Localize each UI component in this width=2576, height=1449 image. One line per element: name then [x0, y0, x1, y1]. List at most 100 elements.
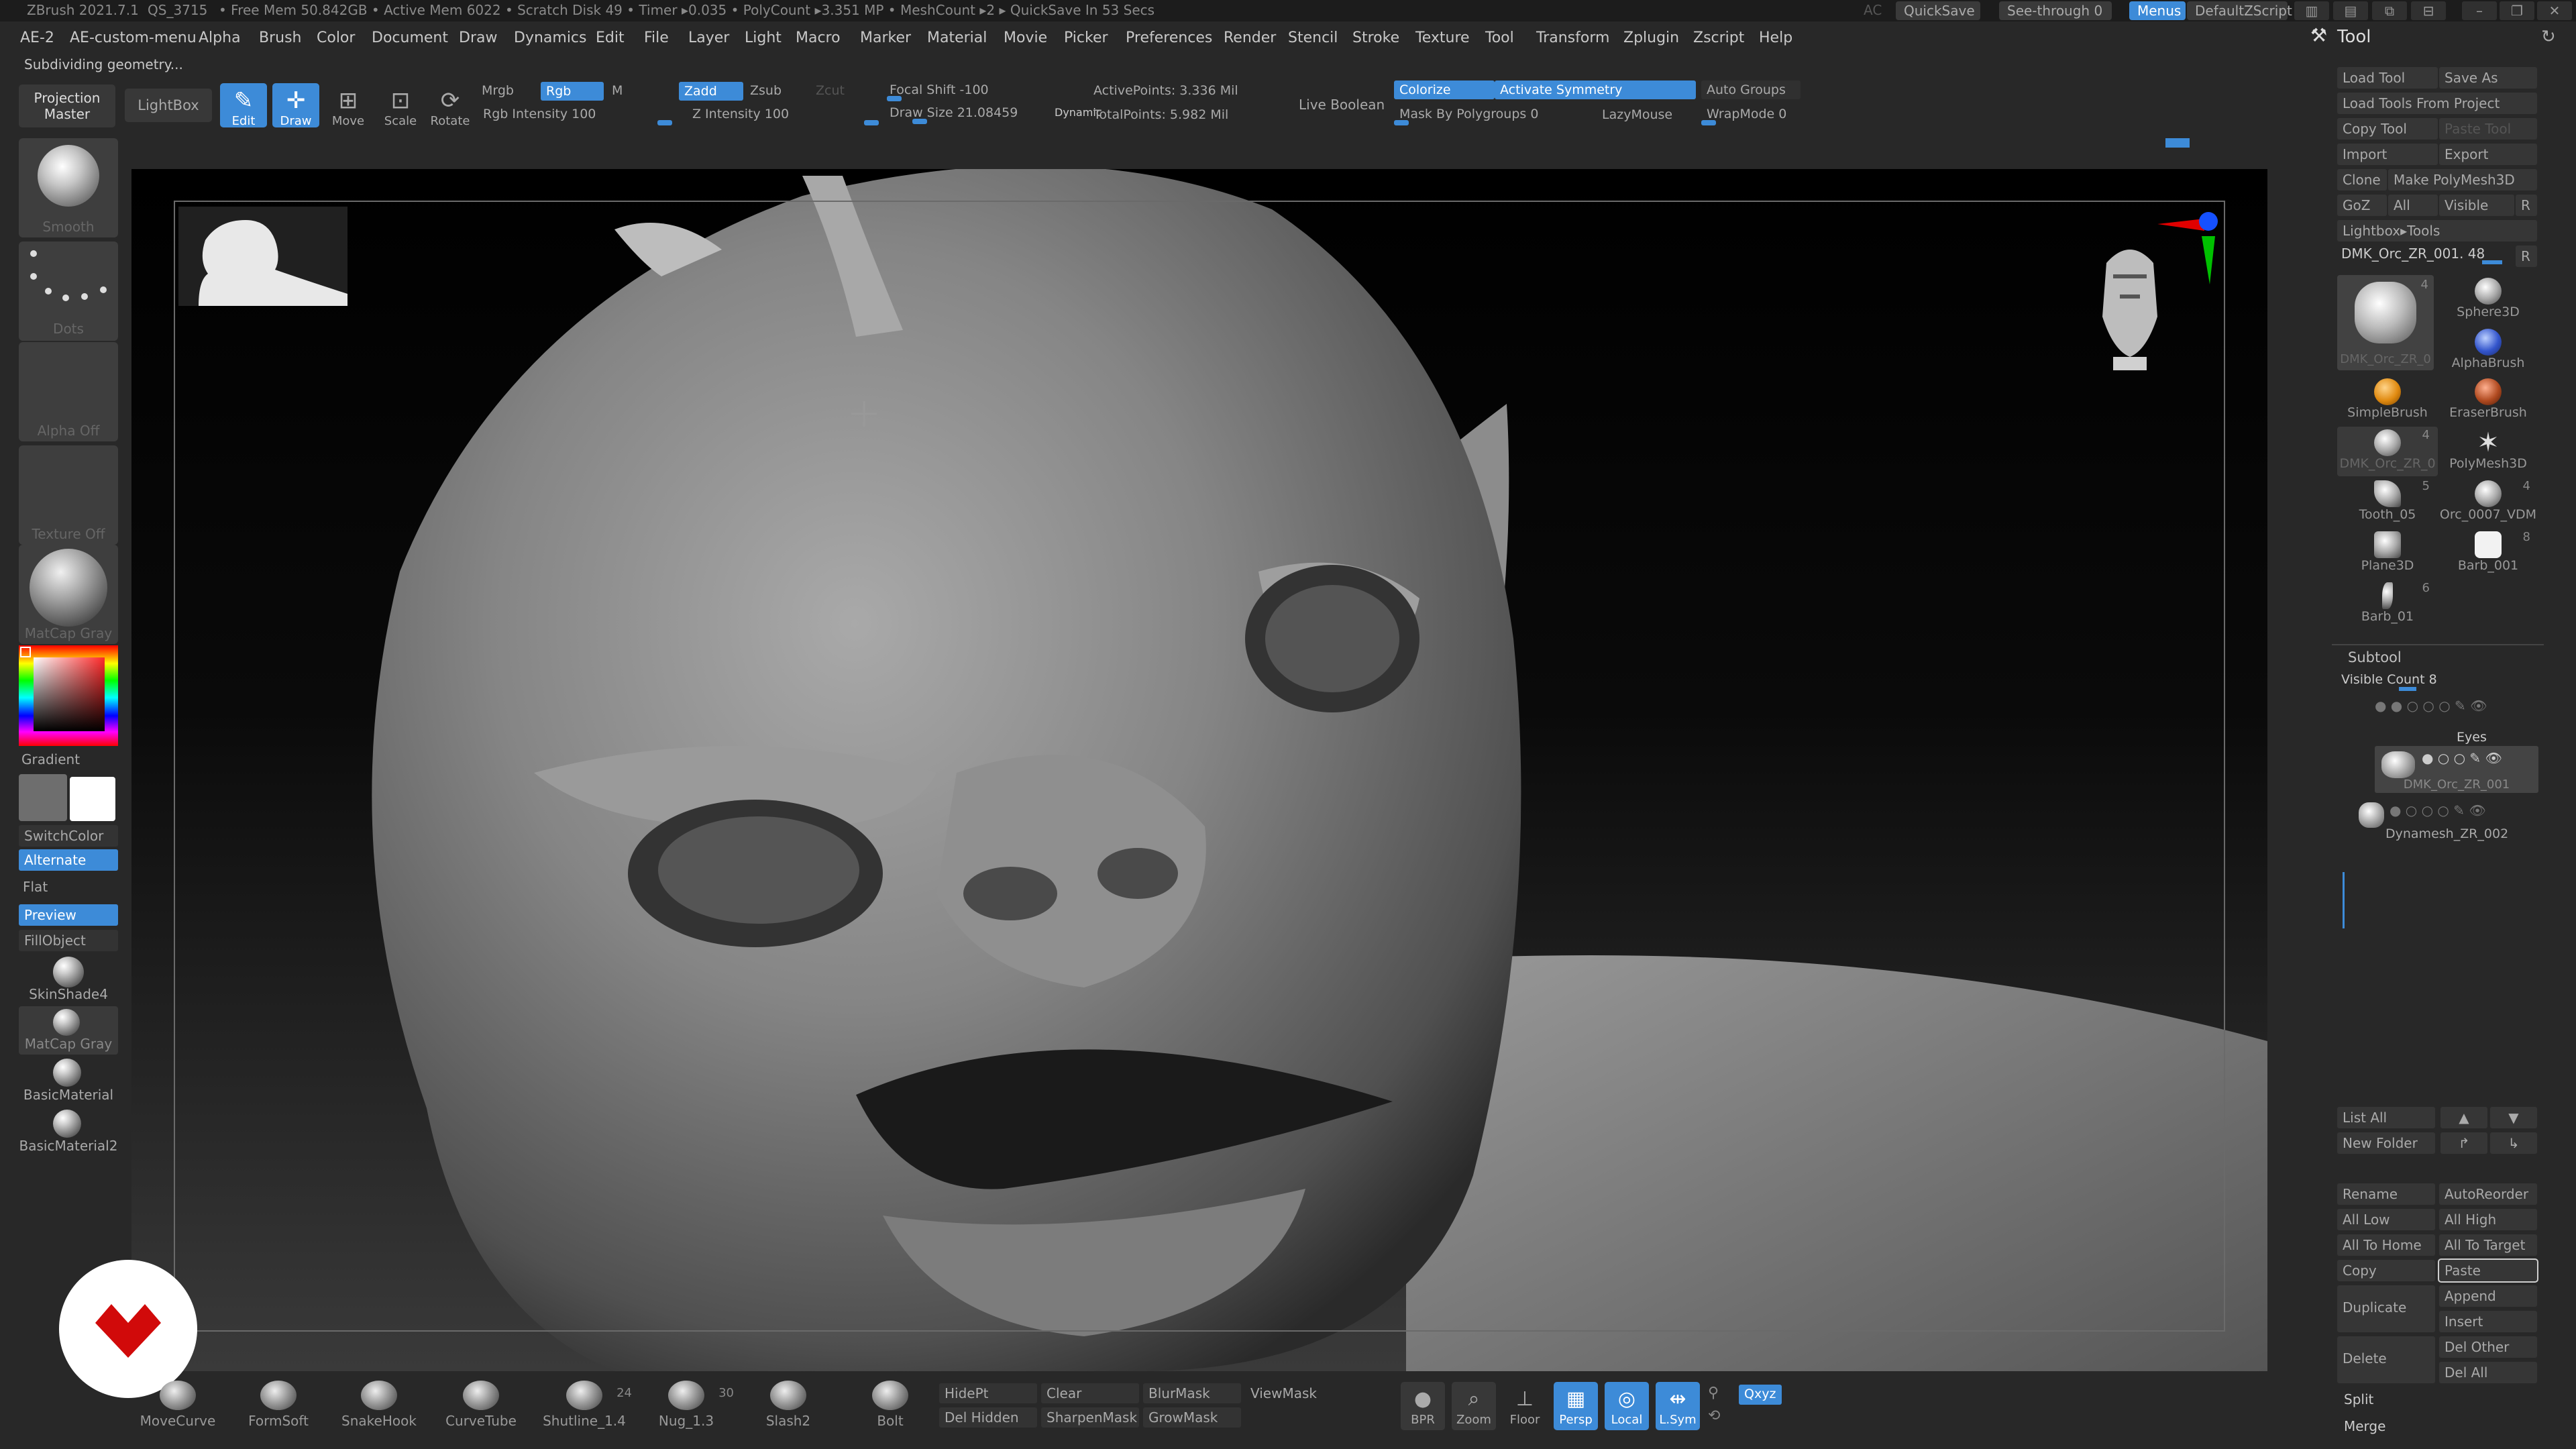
subtool-dmk-toggle-icons[interactable]: ● ○ ○ ✎ 👁: [2422, 750, 2502, 766]
split-section-header[interactable]: Split: [2344, 1391, 2373, 1407]
move-into-folder-button[interactable]: ↱: [2440, 1132, 2487, 1154]
move-down-button[interactable]: ▼: [2490, 1107, 2537, 1128]
tool-alphabrush[interactable]: AlphaBrush: [2438, 326, 2538, 376]
menu-brush[interactable]: Brush: [259, 30, 302, 46]
tool-simplebrush[interactable]: SimpleBrush: [2337, 376, 2438, 425]
paste-tool-button[interactable]: Paste Tool: [2439, 118, 2537, 140]
blurmask-button[interactable]: BlurMask: [1143, 1383, 1241, 1403]
gizmo-reset-icon[interactable]: ⟲: [1708, 1407, 1720, 1424]
duplicate-button[interactable]: Duplicate: [2337, 1285, 2435, 1332]
merge-section-header[interactable]: Merge: [2344, 1418, 2385, 1434]
scroll-indicator[interactable]: [2165, 138, 2190, 148]
brush-formsoft[interactable]: FormSoft: [235, 1381, 322, 1429]
brush-slash2[interactable]: Slash2: [745, 1381, 832, 1429]
brush-bolt[interactable]: Bolt: [847, 1381, 934, 1429]
zsub-button[interactable]: Zsub: [750, 83, 782, 98]
see-through-slider[interactable]: See-through 0: [1999, 1, 2112, 20]
menu-preferences[interactable]: Preferences: [1126, 30, 1212, 46]
all-to-target-button[interactable]: All To Target: [2439, 1234, 2537, 1256]
menu-tool[interactable]: Tool: [1485, 30, 1514, 46]
focal-shift-knob[interactable]: [887, 96, 902, 101]
insert-button[interactable]: Insert: [2439, 1311, 2537, 1332]
alternate-button[interactable]: Alternate: [19, 849, 118, 871]
make-polymesh3d-button[interactable]: Make PolyMesh3D: [2388, 169, 2537, 191]
wrapmode-slider[interactable]: WrapMode 0: [1701, 105, 1801, 125]
rename-button[interactable]: Rename: [2337, 1183, 2435, 1205]
menu-alpha[interactable]: Alpha: [199, 30, 241, 46]
axis-gizmo[interactable]: [2148, 204, 2222, 284]
tool-dmk-orc-selected[interactable]: 4 DMK_Orc_ZR_0: [2337, 275, 2434, 370]
import-button[interactable]: Import: [2337, 144, 2438, 165]
menu-picker[interactable]: Picker: [1064, 30, 1108, 46]
subtool-dynamesh-toggle-icons[interactable]: ● ○ ○ ○ ✎ 👁: [2390, 802, 2486, 818]
all-low-button[interactable]: All Low: [2337, 1209, 2435, 1230]
move-out-folder-button[interactable]: ↳: [2490, 1132, 2537, 1154]
del-all-button[interactable]: Del All: [2439, 1362, 2537, 1383]
menu-zscript[interactable]: Zscript: [1693, 30, 1744, 46]
menu-macro[interactable]: Macro: [796, 30, 841, 46]
subtool-eyes-label[interactable]: Eyes: [2457, 730, 2487, 745]
menu-stencil[interactable]: Stencil: [1288, 30, 1338, 46]
default-zscript-button[interactable]: DefaultZScript: [2187, 1, 2292, 20]
basicmaterial2-icon[interactable]: [53, 1110, 81, 1138]
minimize-icon[interactable]: –: [2462, 1, 2497, 20]
copy-subtool-button[interactable]: Copy: [2337, 1260, 2435, 1281]
menu-render[interactable]: Render: [1224, 30, 1276, 46]
viewmask-button[interactable]: ViewMask: [1245, 1383, 1343, 1403]
rgb-intensity-knob[interactable]: [657, 120, 672, 125]
brush-shutline[interactable]: Shutline_1.4 24: [541, 1381, 632, 1429]
quicksave-button[interactable]: QuickSave: [1896, 1, 1980, 20]
all-high-button[interactable]: All High: [2439, 1209, 2537, 1230]
all-to-home-button[interactable]: All To Home: [2337, 1234, 2435, 1256]
tool-barb01[interactable]: Barb_01 6: [2337, 580, 2438, 629]
ui-layout-icon[interactable]: ▤: [2333, 1, 2368, 20]
copy-tool-button[interactable]: Copy Tool: [2337, 118, 2438, 140]
main-color-swatch[interactable]: [19, 774, 67, 821]
draw-size-knob[interactable]: [912, 119, 927, 124]
menu-dynamics[interactable]: Dynamics: [514, 30, 587, 46]
menu-document[interactable]: Document: [372, 30, 448, 46]
z-intensity-knob[interactable]: [864, 120, 879, 125]
move-button[interactable]: ⊞ Move: [325, 83, 372, 128]
subtool-row-folder[interactable]: ● ● ○ ○ ○ ✎ 👁: [2364, 696, 2538, 716]
canvas-viewport[interactable]: [131, 169, 2267, 1371]
maximize-icon[interactable]: ❐: [2500, 1, 2534, 20]
visible-count-knob[interactable]: [2399, 687, 2416, 691]
bpr-button[interactable]: ● BPR: [1401, 1382, 1445, 1430]
mrgb-button[interactable]: Mrgb: [482, 83, 514, 98]
zcut-button[interactable]: Zcut: [816, 83, 845, 98]
tool-polymesh3d[interactable]: ✶ PolyMesh3D: [2438, 427, 2538, 476]
colorize-button[interactable]: Colorize: [1394, 80, 1495, 99]
menu-material[interactable]: Material: [927, 30, 987, 46]
hidept-button[interactable]: HidePt: [939, 1383, 1037, 1403]
menu-draw[interactable]: Draw: [459, 30, 497, 46]
edit-button[interactable]: ✎ Edit: [220, 83, 267, 128]
activate-symmetry-button[interactable]: Activate Symmetry: [1495, 80, 1696, 99]
current-tool-slider-knob[interactable]: [2482, 260, 2502, 264]
menu-stroke[interactable]: Stroke: [1352, 30, 1399, 46]
menu-edit[interactable]: Edit: [596, 30, 625, 46]
menu-texture[interactable]: Texture: [1415, 30, 1470, 46]
subtool-item-dynamesh[interactable]: ● ○ ○ ○ ✎ 👁 Dynamesh_ZR_002: [2359, 802, 2540, 844]
menus-button[interactable]: Menus: [2129, 1, 2186, 20]
goz-button[interactable]: GoZ: [2337, 195, 2387, 216]
clone-button[interactable]: Clone: [2337, 169, 2387, 191]
menu-marker[interactable]: Marker: [860, 30, 911, 46]
draw-button[interactable]: ✛ Draw: [272, 83, 319, 128]
mask-by-polygroups-knob[interactable]: [1394, 120, 1409, 125]
layout-icon[interactable]: ▥: [2294, 1, 2329, 20]
floor-button[interactable]: ⊥ Floor: [1503, 1382, 1547, 1430]
rgb-button[interactable]: Rgb: [541, 82, 604, 101]
flat-button[interactable]: Flat: [23, 879, 48, 895]
subtool-item-dmk-orc[interactable]: ● ○ ○ ✎ 👁 DMK_Orc_ZR_001: [2375, 746, 2538, 793]
current-tool-r-button[interactable]: R: [2516, 246, 2537, 267]
menu-transform[interactable]: Transform: [1536, 30, 1609, 46]
brush-nug[interactable]: Nug_1.3 30: [643, 1381, 734, 1429]
wrapmode-knob[interactable]: [1701, 120, 1716, 125]
del-hidden-button[interactable]: Del Hidden: [939, 1407, 1037, 1428]
menu-ae-2[interactable]: AE-2: [20, 30, 54, 46]
load-tool-button[interactable]: Load Tool: [2337, 67, 2438, 89]
goz-visible-button[interactable]: Visible: [2439, 195, 2514, 216]
brush-movecurve[interactable]: MoveCurve: [134, 1381, 221, 1429]
goz-r-button[interactable]: R: [2516, 195, 2537, 216]
